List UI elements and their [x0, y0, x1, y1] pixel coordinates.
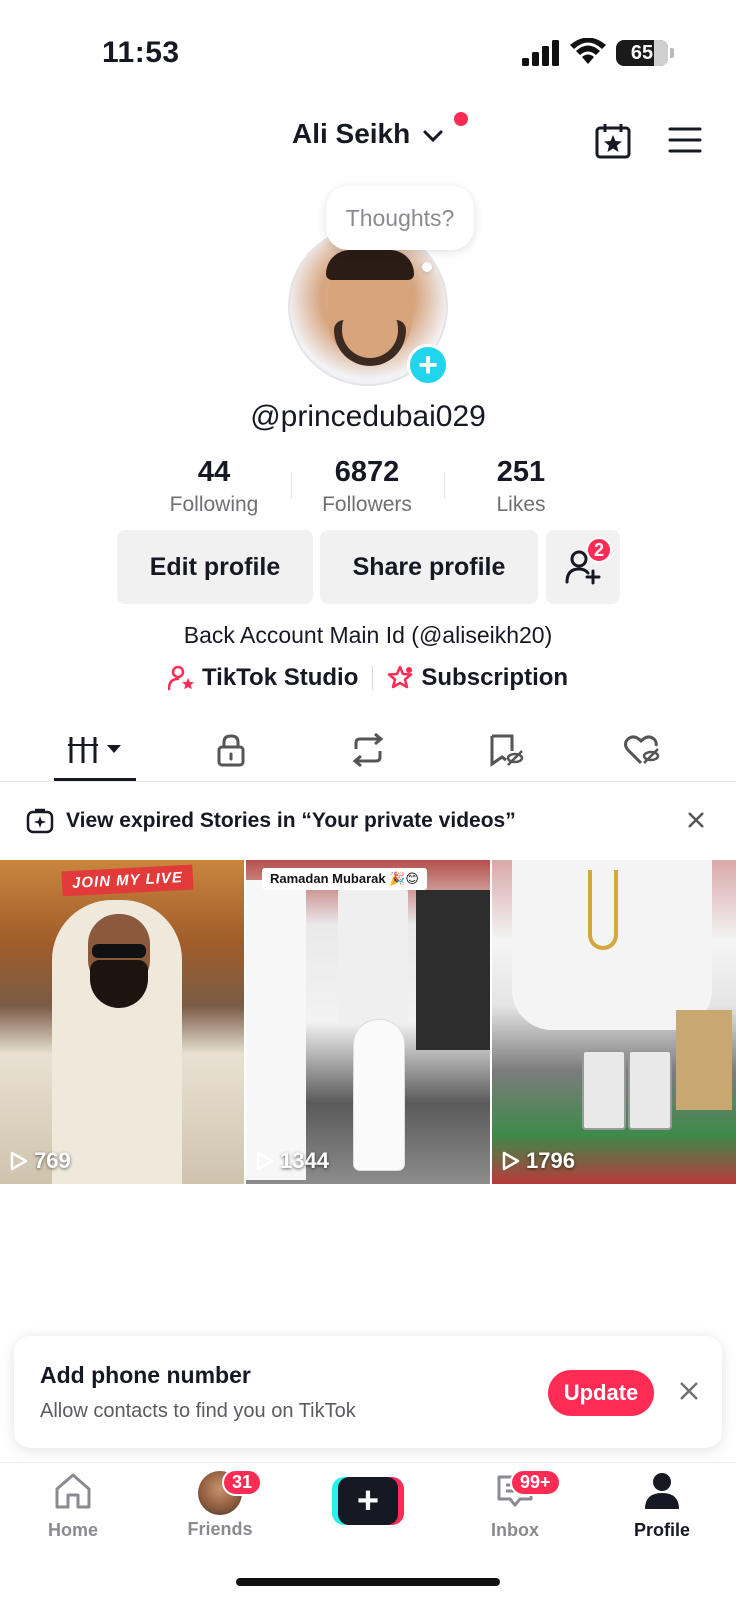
share-profile-button[interactable]: Share profile — [320, 530, 538, 604]
update-button[interactable]: Update — [548, 1370, 654, 1416]
inbox-badge: 99+ — [510, 1469, 561, 1496]
lock-icon — [217, 734, 245, 767]
thoughts-bubble-tail — [422, 262, 432, 272]
thoughts-bubble[interactable]: Thoughts? — [326, 186, 474, 250]
stat-divider — [444, 472, 445, 498]
play-icon — [10, 1151, 28, 1171]
tab-videos[interactable] — [66, 730, 126, 770]
grid-bars-icon — [68, 737, 121, 763]
story-sparkle-icon — [26, 808, 54, 834]
expired-stories-text: View expired Stories in “Your private vi… — [66, 809, 516, 832]
user-star-icon — [167, 665, 194, 691]
video-thumbnail[interactable]: Ramadan Mubarak 🎉😊 1344 — [246, 860, 490, 1184]
battery-indicator: 65 — [616, 40, 674, 66]
username: @princedubai029 — [250, 400, 486, 433]
status-bar: 11:53 65 — [0, 0, 736, 100]
cell-signal-icon — [522, 40, 559, 66]
view-count: 1344 — [256, 1148, 329, 1174]
wifi-icon — [570, 38, 606, 64]
play-icon — [502, 1151, 520, 1171]
tab-reposts[interactable] — [338, 730, 398, 770]
create-button[interactable]: + — [332, 1477, 404, 1525]
notification-dot — [454, 112, 468, 126]
add-phone-title: Add phone number — [40, 1362, 251, 1388]
profile-links: TikTok Studio Subscription — [0, 664, 736, 692]
menu-icon[interactable] — [668, 126, 702, 154]
bookmark-hidden-icon — [490, 734, 524, 767]
links-divider — [372, 666, 374, 690]
close-icon[interactable] — [678, 1380, 700, 1402]
active-tab-indicator — [54, 778, 136, 781]
view-count: 769 — [10, 1148, 71, 1174]
status-time: 11:53 — [102, 36, 180, 69]
heart-hidden-icon — [624, 735, 660, 765]
thumbnail-caption: Ramadan Mubarak 🎉😊 — [262, 868, 427, 890]
tab-private[interactable] — [201, 730, 261, 770]
plus-icon: + — [338, 1477, 398, 1525]
video-thumbnail[interactable]: JOIN MY LIVE 769 — [0, 860, 244, 1184]
profile-tabs — [0, 720, 736, 782]
repost-icon — [352, 733, 384, 767]
bio-text: Back Account Main Id (@aliseikh20) — [183, 622, 553, 648]
thumbnail-caption: JOIN MY LIVE — [61, 864, 194, 897]
following-stat[interactable]: 44 Following — [139, 456, 289, 517]
chevron-down-icon — [423, 130, 443, 142]
calendar-star-icon[interactable] — [594, 122, 632, 160]
subscription-star-icon — [388, 665, 413, 689]
profile-icon — [645, 1473, 679, 1509]
add-phone-card: Add phone number Allow contacts to find … — [14, 1336, 722, 1448]
expired-stories-banner[interactable]: View expired Stories in “Your private vi… — [0, 788, 736, 854]
friends-badge: 31 — [222, 1469, 263, 1496]
nav-home[interactable]: Home — [23, 1471, 123, 1541]
view-count: 1796 — [502, 1148, 575, 1174]
tiktok-studio-link[interactable]: TikTok Studio — [167, 664, 358, 692]
bottom-nav: Home Friends 31 + Inbox 99+ Profile — [0, 1462, 736, 1562]
play-icon — [256, 1151, 274, 1171]
home-icon — [55, 1473, 91, 1509]
likes-stat[interactable]: 251 Likes — [446, 456, 596, 517]
subscription-link[interactable]: Subscription — [387, 664, 568, 692]
tab-favorites[interactable] — [476, 730, 536, 770]
add-story-button[interactable]: + — [407, 344, 449, 386]
add-phone-subtitle: Allow contacts to find you on TikTok — [40, 1400, 356, 1422]
nav-profile[interactable]: Profile — [612, 1471, 712, 1541]
account-name: Ali Seikh — [291, 118, 411, 149]
friend-request-badge: 2 — [586, 537, 612, 563]
video-thumbnail[interactable]: 1796 — [492, 860, 736, 1184]
home-indicator[interactable] — [236, 1578, 500, 1586]
tab-liked[interactable] — [612, 730, 672, 770]
edit-profile-button[interactable]: Edit profile — [117, 530, 313, 604]
followers-stat[interactable]: 6872 Followers — [292, 456, 442, 517]
close-icon[interactable] — [686, 810, 706, 830]
